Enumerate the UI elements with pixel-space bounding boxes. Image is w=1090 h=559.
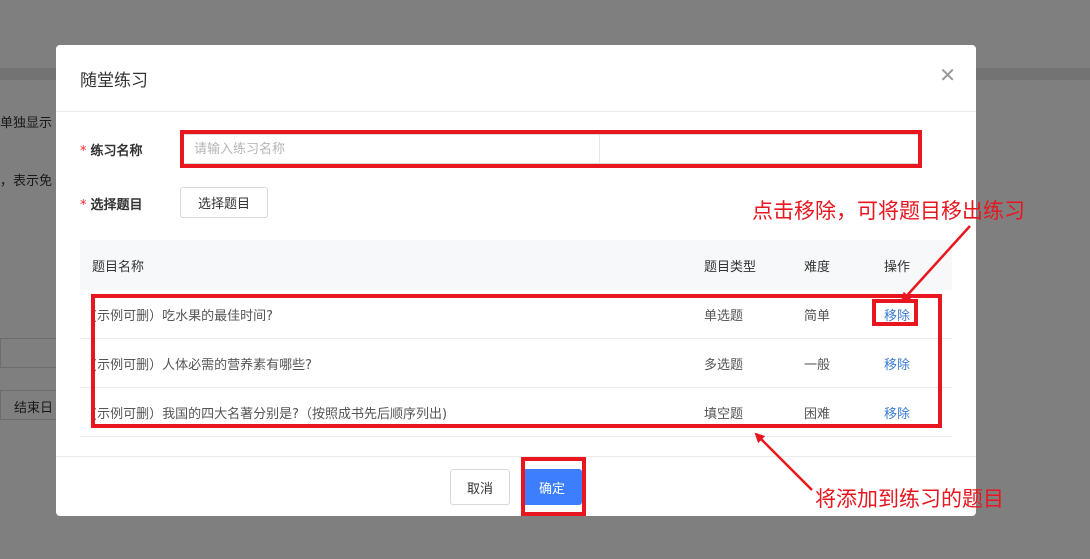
practice-name-label-text: 练习名称	[90, 144, 143, 159]
table-header: 题目名称 题目类型 难度 操作	[80, 240, 952, 290]
header-operation: 操作	[884, 259, 911, 275]
header-type: 题目类型	[704, 259, 757, 275]
dialog-title: 随堂练习	[80, 71, 148, 91]
select-question-label-text: 选择题目	[90, 198, 143, 213]
dialog-header: 随堂练习 ✕	[56, 45, 976, 112]
required-mark: *	[80, 198, 87, 213]
select-question-button[interactable]: 选择题目	[180, 187, 268, 218]
select-question-label: * 选择题目	[80, 194, 143, 213]
required-mark: *	[80, 144, 87, 159]
annotation-box-confirm	[521, 457, 586, 516]
annotation-box-question-rows	[91, 294, 942, 428]
cancel-button[interactable]: 取消	[450, 469, 510, 505]
header-name: 题目名称	[92, 259, 145, 275]
annotation-remove-hint: 点击移除，可将题目移出练习	[752, 199, 1025, 223]
close-icon[interactable]: ✕	[939, 65, 956, 85]
annotation-added-hint: 将添加到练习的题目	[815, 487, 1004, 511]
practice-name-label: * 练习名称	[80, 140, 143, 159]
annotation-box-remove	[872, 299, 918, 326]
annotation-box-name-input	[180, 130, 922, 168]
header-difficulty: 难度	[804, 259, 831, 275]
practice-dialog: 随堂练习 ✕ *练习名称 *选择题目 选择题目 题目名称 题目类型 难度 操作 …	[56, 45, 976, 516]
